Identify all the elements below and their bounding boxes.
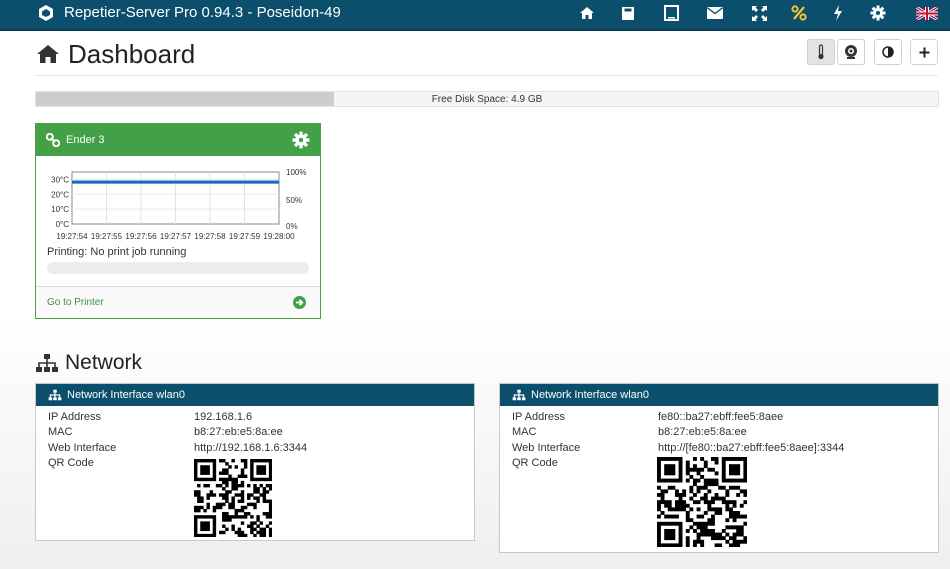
sd-card-icon[interactable] xyxy=(617,3,639,23)
qr-code-label: QR Code xyxy=(512,457,558,469)
tablet-icon[interactable] xyxy=(660,3,682,23)
bolt-icon[interactable] xyxy=(827,3,849,23)
percent-icon[interactable] xyxy=(788,3,810,23)
network-interface-card: Network Interface wlan0 IP Address 192.16… xyxy=(35,383,475,541)
network-section-title: Network xyxy=(35,350,142,376)
home-icon[interactable] xyxy=(576,3,598,23)
sitemap-icon xyxy=(512,389,526,401)
x-axis-tick-label: 19:28:00 xyxy=(263,232,295,241)
web-interface-link[interactable]: http://192.168.1.6:3344 xyxy=(194,442,307,454)
sitemap-icon xyxy=(48,389,62,401)
disk-space-label: Free Disk Space: 4.9 GB xyxy=(431,94,543,105)
app-title: Repetier-Server Pro 0.94.3 - Poseidon-49 xyxy=(64,4,341,21)
printer-card-footer[interactable]: Go to Printer xyxy=(36,286,320,318)
sitemap-icon xyxy=(36,354,58,372)
network-title: Network xyxy=(65,351,143,374)
printer-settings-icon[interactable] xyxy=(292,131,310,149)
webcam-icon xyxy=(845,45,857,59)
printer-card-header: Ender 3 xyxy=(36,124,320,156)
print-status: Printing: No print job running xyxy=(47,246,187,258)
qr-code xyxy=(657,457,747,547)
printer-name: Ender 3 xyxy=(66,134,105,146)
temperature-chart: 30°C 20°C 10°C 0°C 100% 50% 0% 19:27:54 19:27:55… xyxy=(51,168,306,241)
temperature-view-button[interactable] xyxy=(807,39,835,65)
network-interface-title: Network Interface wlan0 xyxy=(67,389,185,401)
repetier-logo-icon xyxy=(39,5,53,21)
x-axis-tick-label: 19:27:58 xyxy=(194,232,226,241)
webcam-view-button[interactable] xyxy=(837,39,865,65)
y-axis-tick-label: 20°C xyxy=(51,190,69,199)
y-axis-right-tick-label: 50% xyxy=(286,196,302,205)
disk-space-bar: Free Disk Space: 4.9 GB xyxy=(35,91,939,107)
x-axis-tick-label: 19:27:59 xyxy=(229,232,261,241)
web-interface-label: Web Interface xyxy=(512,442,581,454)
thermometer-icon xyxy=(818,44,824,60)
contrast-icon xyxy=(882,46,894,58)
network-interface-title: Network Interface wlan0 xyxy=(531,389,649,401)
home-icon xyxy=(37,45,59,63)
x-axis-tick-label: 19:27:55 xyxy=(91,232,123,241)
x-axis-tick-label: 19:27:54 xyxy=(56,232,88,241)
mac-value: b8:27:eb:e5:8a:ee xyxy=(194,426,283,438)
uk-flag-icon[interactable] xyxy=(915,3,939,23)
mac-value: b8:27:eb:e5:8a:ee xyxy=(658,426,747,438)
network-interface-header: Network Interface wlan0 xyxy=(500,384,938,406)
y-axis-tick-label: 0°C xyxy=(56,220,70,229)
ip-address-label: IP Address xyxy=(512,411,565,423)
web-interface-link[interactable]: http://[fe80::ba27:ebff:fee5:8aee]:3344 xyxy=(658,442,844,454)
go-to-printer-link[interactable]: Go to Printer xyxy=(47,297,104,308)
x-axis-tick-label: 19:27:56 xyxy=(125,232,157,241)
y-axis-tick-label: 10°C xyxy=(51,205,69,214)
ip-address-value: 192.168.1.6 xyxy=(194,411,253,423)
network-interface-header: Network Interface wlan0 xyxy=(36,384,474,406)
contrast-toggle-button[interactable] xyxy=(874,39,902,65)
printer-card: Ender 3 30°C 20°C 10°C 0°C 100% 50% 0% 19:27:54… xyxy=(35,123,321,319)
y-axis-right-tick-label: 0% xyxy=(286,222,298,231)
add-button[interactable] xyxy=(910,39,938,65)
gear-icon[interactable] xyxy=(867,3,889,23)
title-divider xyxy=(35,75,938,76)
plus-icon xyxy=(919,47,929,57)
link-icon xyxy=(46,133,60,147)
y-axis-right-tick-label: 100% xyxy=(286,168,306,177)
mac-label: MAC xyxy=(48,426,73,438)
envelope-icon[interactable] xyxy=(704,3,726,23)
fullscreen-icon[interactable] xyxy=(748,3,770,23)
ip-address-label: IP Address xyxy=(48,411,101,423)
mac-label: MAC xyxy=(512,426,537,438)
page-title: Dashboard xyxy=(36,37,195,71)
print-progress-bar xyxy=(47,262,309,274)
qr-code-label: QR Code xyxy=(48,457,94,469)
y-axis-tick-label: 30°C xyxy=(51,175,69,184)
x-axis-tick-label: 19:27:57 xyxy=(160,232,192,241)
page-title-text: Dashboard xyxy=(68,39,196,69)
ip-address-value: fe80::ba27:ebff:fee5:8aee xyxy=(658,411,784,423)
qr-code xyxy=(194,459,272,537)
top-bar: Repetier-Server Pro 0.94.3 - Poseidon-49 xyxy=(0,0,950,31)
web-interface-label: Web Interface xyxy=(48,442,117,454)
network-interface-card: Network Interface wlan0 IP Address fe80::… xyxy=(499,383,939,553)
arrow-circle-right-icon[interactable] xyxy=(293,296,306,309)
